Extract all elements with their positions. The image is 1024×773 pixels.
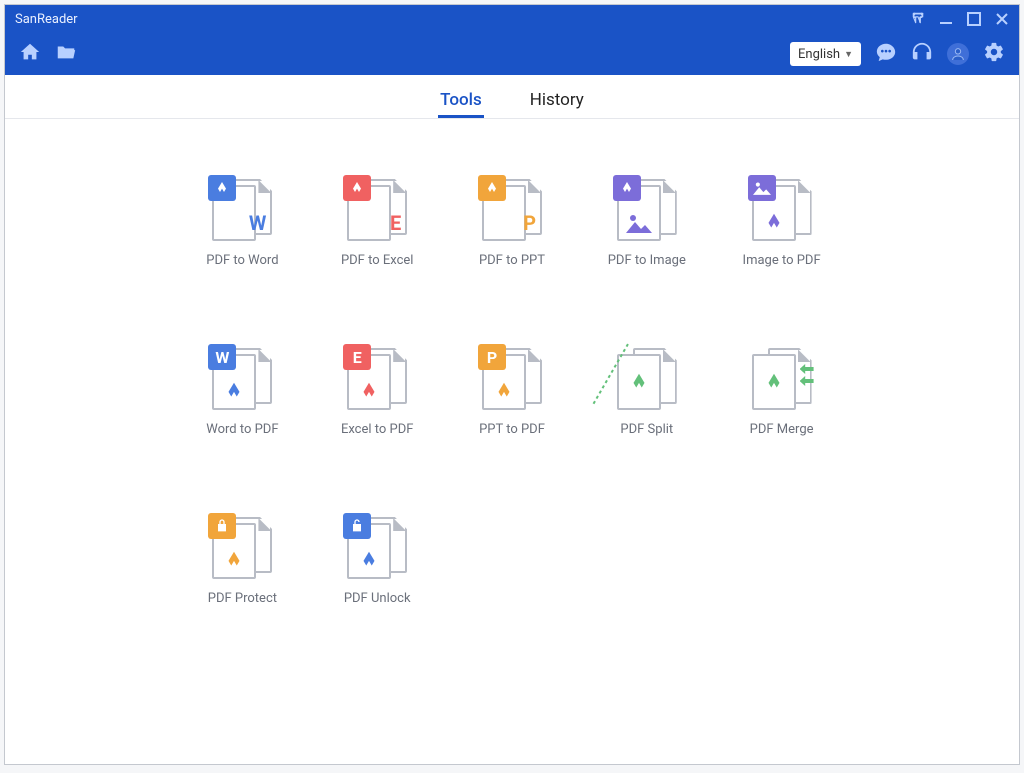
image-to-pdf-icon <box>752 179 812 241</box>
main-tabs: Tools History <box>5 75 1019 119</box>
headphones-icon[interactable] <box>911 41 933 67</box>
tool-label: PDF Merge <box>750 422 814 437</box>
tool-pdf-split[interactable]: PDF Split <box>579 348 714 437</box>
user-avatar[interactable] <box>947 43 969 65</box>
tool-word-to-pdf[interactable]: W Word to PDF <box>175 348 310 437</box>
tool-image-to-pdf[interactable]: Image to PDF <box>714 179 849 268</box>
app-title: SanReader <box>15 12 911 27</box>
pdf-to-word-icon: W <box>212 179 272 241</box>
open-folder-icon[interactable] <box>55 41 77 67</box>
tool-label: PDF to Excel <box>341 253 413 268</box>
tool-pdf-to-word[interactable]: W PDF to Word <box>175 179 310 268</box>
pdf-split-icon <box>617 348 677 410</box>
tool-label: PDF Protect <box>208 591 277 606</box>
theme-icon[interactable] <box>911 10 925 29</box>
pdf-protect-icon <box>212 517 272 579</box>
tool-pdf-unlock[interactable]: PDF Unlock <box>310 517 445 606</box>
excel-to-pdf-icon: E <box>347 348 407 410</box>
tool-pdf-merge[interactable]: PDF Merge <box>714 348 849 437</box>
tab-tools[interactable]: Tools <box>438 90 484 118</box>
pdf-to-excel-icon: E <box>347 179 407 241</box>
tool-label: PDF to Image <box>608 253 686 268</box>
app-window: SanReader Englis <box>4 4 1020 765</box>
tool-label: PDF to PPT <box>479 253 545 268</box>
ppt-to-pdf-icon: P <box>482 348 542 410</box>
title-bar: SanReader <box>5 5 1019 33</box>
tool-ppt-to-pdf[interactable]: P PPT to PDF <box>445 348 580 437</box>
pdf-unlock-icon <box>347 517 407 579</box>
tool-label: PDF Split <box>620 422 673 437</box>
tool-label: Word to PDF <box>206 422 278 437</box>
tool-excel-to-pdf[interactable]: E Excel to PDF <box>310 348 445 437</box>
gear-icon[interactable] <box>983 41 1005 67</box>
pdf-merge-icon <box>752 348 812 410</box>
pdf-to-image-icon <box>617 179 677 241</box>
chevron-down-icon: ▼ <box>844 49 853 60</box>
word-to-pdf-icon: W <box>212 348 272 410</box>
pdf-to-ppt-icon: P <box>482 179 542 241</box>
tool-label: PDF Unlock <box>344 591 411 606</box>
chat-icon[interactable] <box>875 41 897 67</box>
language-label: English <box>798 47 840 62</box>
tool-pdf-to-excel[interactable]: E PDF to Excel <box>310 179 445 268</box>
maximize-button[interactable] <box>967 12 981 26</box>
tool-pdf-to-ppt[interactable]: P PDF to PPT <box>445 179 580 268</box>
tool-label: PPT to PDF <box>479 422 545 437</box>
tool-label: Excel to PDF <box>341 422 413 437</box>
minimize-button[interactable] <box>939 12 953 26</box>
tool-pdf-protect[interactable]: PDF Protect <box>175 517 310 606</box>
language-select[interactable]: English ▼ <box>790 42 861 66</box>
home-icon[interactable] <box>19 41 41 67</box>
tool-pdf-to-image[interactable]: PDF to Image <box>579 179 714 268</box>
tools-panel: W PDF to Word E PDF to Excel <box>5 119 1019 764</box>
tool-label: PDF to Word <box>206 253 278 268</box>
toolbar: English ▼ <box>5 33 1019 75</box>
tab-history[interactable]: History <box>528 90 586 118</box>
tool-label: Image to PDF <box>743 253 821 268</box>
close-button[interactable] <box>995 12 1009 26</box>
